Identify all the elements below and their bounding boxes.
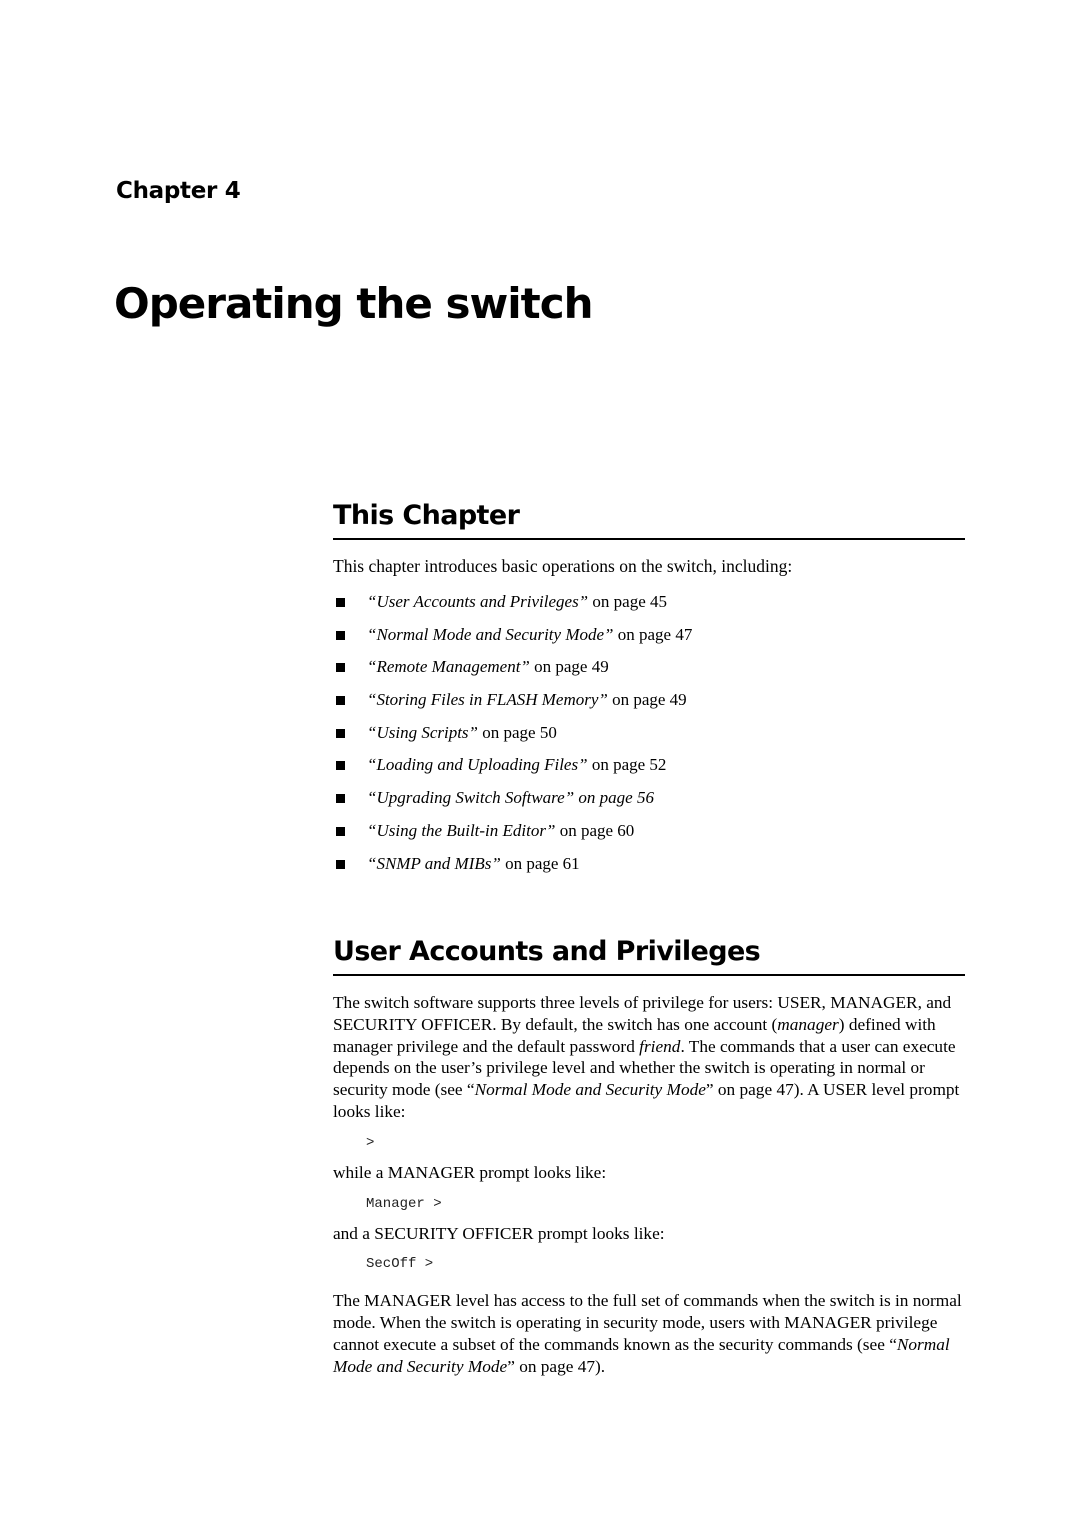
item-page-reference: on page 56 (574, 788, 654, 808)
square-bullet-icon (336, 728, 345, 738)
section-user-accounts: User Accounts and Privileges The switch … (333, 934, 965, 1378)
square-bullet-icon (336, 826, 345, 836)
item-page-reference: on page 45 (588, 592, 667, 611)
chapter-contents-item[interactable]: “User Accounts and Privileges” on page 4… (333, 586, 965, 619)
item-title[interactable]: “Storing Files in FLASH Memory” (367, 690, 608, 709)
item-page-reference: on page 49 (607, 690, 687, 710)
item-page-reference: on page 61 (500, 853, 580, 873)
item-title[interactable]: “SNMP and MIBs” (367, 854, 501, 873)
chapter-contents-list: “User Accounts and Privileges” on page 4… (333, 586, 965, 880)
item-title[interactable]: “Upgrading Switch Software” (367, 788, 574, 807)
item-title[interactable]: “Using the Built-in Editor” (367, 821, 555, 840)
chapter-contents-item[interactable]: “SNMP and MIBs” on page 61 (333, 848, 965, 881)
default-password: friend (639, 1036, 681, 1056)
privilege-levels-paragraph: The switch software supports three level… (333, 992, 965, 1123)
user-prompt-example: > (366, 1134, 375, 1151)
square-bullet-icon (336, 859, 345, 869)
item-page-reference: on page 49 (529, 657, 609, 677)
section-this-chapter: This Chapter This chapter introduces bas… (333, 498, 965, 880)
item-title[interactable]: “Using Scripts” (367, 723, 478, 742)
manager-prompt-example: Manager > (366, 1195, 442, 1212)
secoff-prompt-intro: and a SECURITY OFFICER prompt looks like… (333, 1223, 665, 1243)
square-bullet-icon (336, 598, 345, 607)
chapter-label: Chapter 4 (116, 178, 241, 204)
chapter-contents-item[interactable]: “Using the Built-in Editor” on page 60 (333, 815, 965, 848)
manager-level-paragraph: The MANAGER level has access to the full… (333, 1290, 965, 1377)
chapter-contents-item[interactable]: “Using Scripts” on page 50 (333, 717, 965, 750)
text: ” on page 47). (507, 1356, 606, 1376)
section-heading: This Chapter (333, 498, 965, 540)
square-bullet-icon (336, 761, 345, 771)
item-page-reference: on page 52 (587, 755, 667, 775)
item-title[interactable]: “Remote Management” (367, 657, 530, 676)
square-bullet-icon (336, 794, 345, 804)
chapter-contents-item[interactable]: “Storing Files in FLASH Memory” on page … (333, 684, 965, 717)
chapter-contents-item[interactable]: “Remote Management” on page 49 (333, 651, 965, 684)
square-bullet-icon (336, 663, 345, 673)
manager-prompt-intro: while a MANAGER prompt looks like: (333, 1162, 607, 1182)
item-page-reference: on page 60 (555, 820, 635, 840)
square-bullet-icon (336, 630, 345, 640)
cross-reference-link[interactable]: Normal Mode and Security Mode (475, 1080, 706, 1099)
item-page-reference: on page 47 (613, 624, 693, 644)
section-heading: User Accounts and Privileges (333, 934, 965, 976)
item-title[interactable]: “Loading and Uploading Files” (367, 755, 588, 774)
intro-text: This chapter introduces basic operations… (333, 556, 793, 576)
page-title: Operating the switch (114, 279, 594, 328)
chapter-contents-item[interactable]: “Upgrading Switch Software” on page 56 (333, 782, 965, 815)
account-name: manager (777, 1014, 839, 1034)
secoff-prompt-example: SecOff > (366, 1256, 434, 1273)
chapter-contents-item[interactable]: “Loading and Uploading Files” on page 52 (333, 749, 965, 782)
chapter-contents-item[interactable]: “Normal Mode and Security Mode” on page … (333, 619, 965, 652)
item-title[interactable]: “Normal Mode and Security Mode” (367, 625, 613, 644)
text: The MANAGER level has access to the full… (333, 1291, 962, 1354)
item-title[interactable]: “User Accounts and Privileges” (367, 592, 588, 611)
item-page-reference: on page 50 (478, 722, 557, 742)
square-bullet-icon (336, 696, 345, 706)
